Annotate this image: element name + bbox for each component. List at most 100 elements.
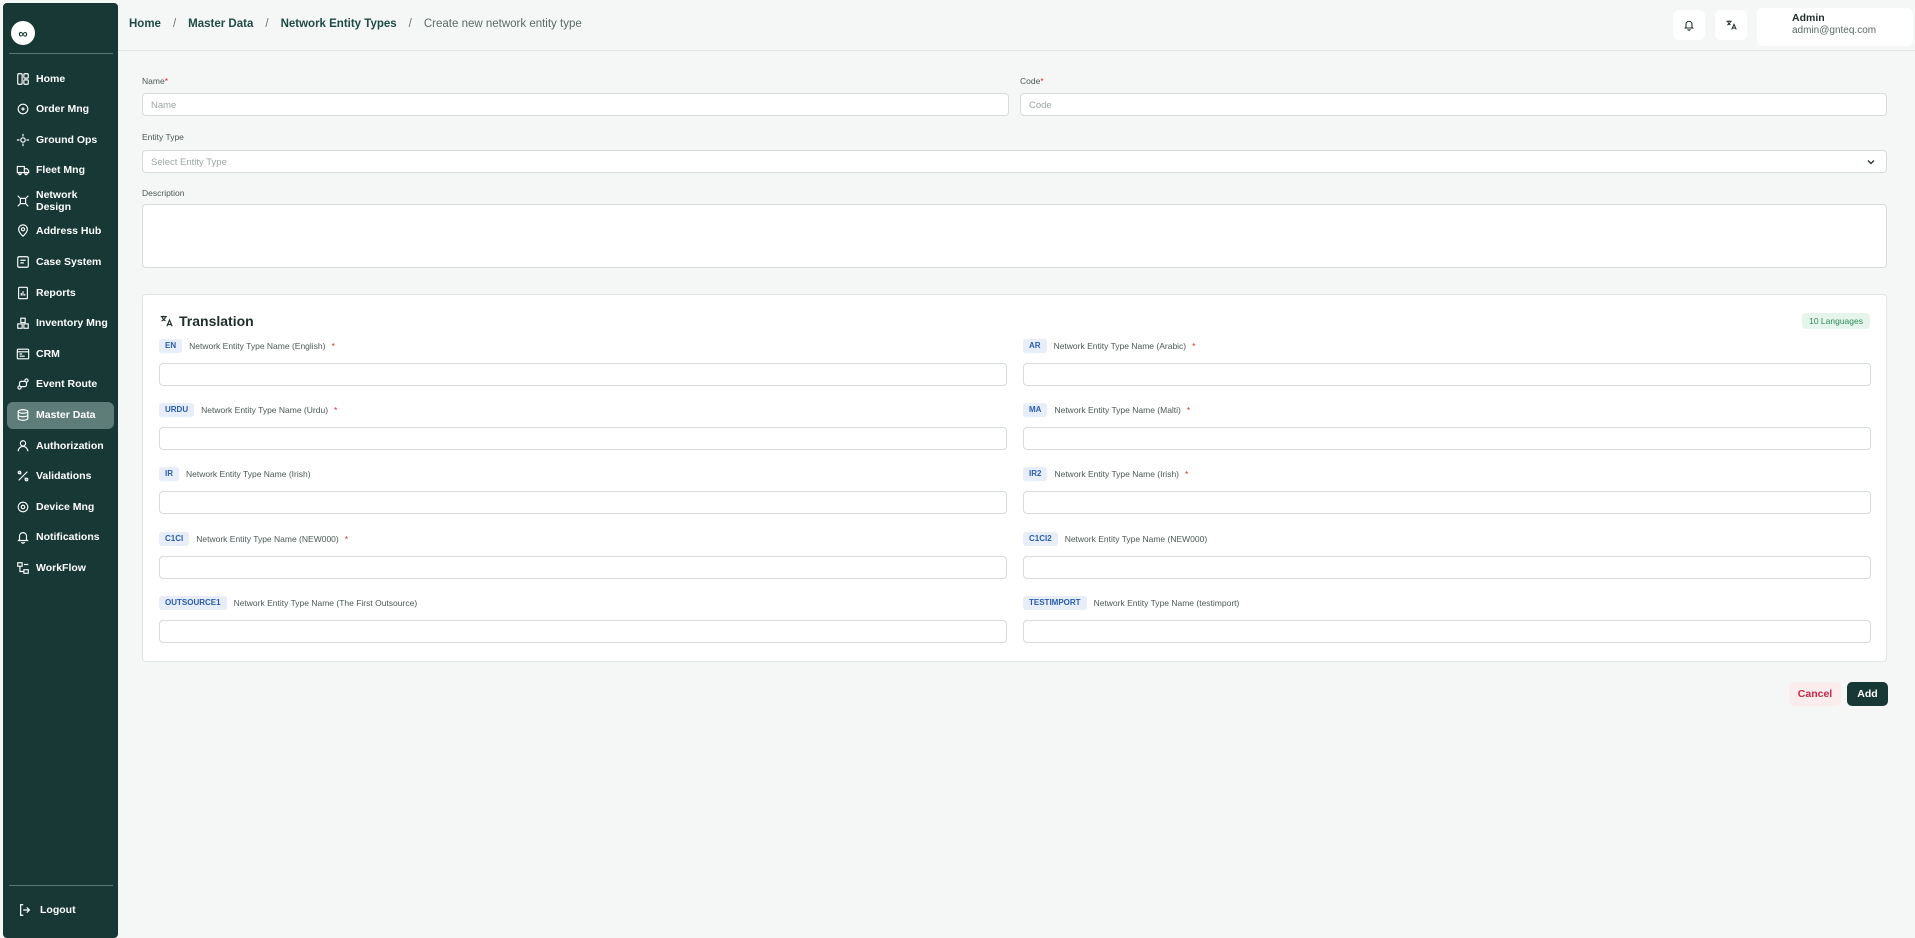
translation-field-ir2: IR2 Network Entity Type Name (Irish) * — [1023, 467, 1871, 515]
translation-field-text: Network Entity Type Name (Urdu) — [201, 405, 329, 416]
required-mark: * — [1185, 469, 1189, 480]
translation-input-c1ci[interactable] — [159, 555, 1007, 579]
name-label: Name* — [142, 76, 168, 86]
language-code-badge: TESTIMPORT — [1023, 595, 1087, 610]
sidebar-item-label: Home — [36, 72, 66, 85]
validation-icon — [17, 470, 29, 482]
translation-field-label: C1CI2 Network Entity Type Name (NEW000) — [1023, 531, 1871, 546]
translation-field-text: Network Entity Type Name (Irish) — [186, 469, 311, 480]
ground-ops-icon — [16, 133, 30, 146]
language-code-badge: IR2 — [1023, 467, 1048, 482]
sidebar-item-order-mng[interactable]: Order Mng — [7, 96, 114, 123]
breadcrumb-network-entity-types[interactable]: Network Entity Types — [281, 18, 397, 30]
language-code-badge: URDU — [159, 403, 195, 418]
translation-input-ar[interactable] — [1023, 363, 1871, 386]
description-textarea[interactable] — [142, 204, 1887, 268]
sidebar-item-inventory-mng[interactable]: Inventory Mng — [7, 310, 114, 337]
translation-field-ma: MA Network Entity Type Name (Malti) * — [1023, 403, 1871, 451]
required-mark: * — [344, 533, 349, 544]
translation-field-text: Network Entity Type Name (NEW000) — [1064, 533, 1208, 544]
sidebar-item-home[interactable]: Home — [7, 65, 114, 92]
logout-icon — [20, 903, 31, 916]
sidebar-item-validations[interactable]: Validations — [7, 463, 114, 490]
translation-input-c1ci2[interactable] — [1023, 555, 1871, 579]
translation-field-text: Network Entity Type Name (NEW000) — [196, 533, 339, 544]
sidebar-item-notifications[interactable]: Notifications — [7, 524, 114, 551]
code-input[interactable]: Code — [1020, 93, 1887, 116]
breadcrumb-master-data[interactable]: Master Data — [188, 18, 253, 30]
language-code-badge: EN — [159, 339, 183, 353]
database-icon — [17, 409, 29, 421]
sidebar-item-crm[interactable]: CRM — [7, 340, 114, 367]
sidebar-item-case-system[interactable]: Case System — [7, 249, 114, 276]
cancel-button[interactable]: Cancel — [1789, 682, 1841, 706]
sidebar-item-label: Network Design — [36, 188, 78, 213]
sidebar-item-fleet-mng[interactable]: Fleet Mng — [7, 157, 114, 184]
case-icon — [17, 256, 29, 268]
sidebar-item-workflow[interactable]: WorkFlow — [7, 555, 114, 582]
translation-field-text: Network Entity Type Name (Malti) — [1054, 405, 1181, 416]
sidebar-item-label: Fleet Mng — [36, 164, 85, 177]
entity-type-label: Entity Type — [142, 132, 184, 142]
sidebar-item-address-hub[interactable]: Address Hub — [7, 218, 114, 245]
app-logo[interactable]: ∞ — [11, 21, 35, 45]
bell-icon — [1683, 20, 1695, 31]
sidebar-item-authorization[interactable]: Authorization — [7, 432, 114, 459]
description-label: Description — [142, 188, 185, 198]
language-code-badge: C1CI — [159, 531, 190, 546]
translation-input-ma[interactable] — [1023, 427, 1871, 451]
orders-icon — [17, 103, 29, 115]
translation-input-ir2[interactable] — [1023, 491, 1871, 515]
translation-field-label: TESTIMPORT Network Entity Type Name (test… — [1023, 595, 1871, 610]
language-button[interactable] — [1715, 10, 1747, 40]
sidebar-item-ground-ops[interactable]: Ground Ops — [7, 126, 114, 153]
breadcrumb-current: Create new network entity type — [423, 18, 582, 30]
translation-field-text: Network Entity Type Name (Arabic) — [1053, 341, 1187, 351]
language-code-badge: C1CI2 — [1023, 531, 1058, 546]
breadcrumb-separator: / — [265, 18, 269, 30]
sidebar-item-event-route[interactable]: Event Route — [7, 371, 114, 398]
sidebar-divider — [9, 885, 113, 886]
translation-input-en[interactable] — [159, 363, 1007, 386]
translation-title: Translation — [159, 313, 254, 329]
add-button[interactable]: Add — [1847, 682, 1888, 706]
sidebar-item-network-design[interactable]: Network Design — [7, 187, 114, 214]
name-input[interactable]: Name — [142, 93, 1009, 116]
translation-field-testimport: TESTIMPORT Network Entity Type Name (test… — [1023, 595, 1871, 643]
translation-field-text: Network Entity Type Name (testimport) — [1093, 597, 1240, 608]
breadcrumb-home[interactable]: Home — [129, 18, 161, 30]
required-mark: * — [331, 341, 335, 351]
language-code-badge: AR — [1023, 339, 1047, 353]
breadcrumb-separator: / — [172, 18, 177, 30]
route-icon — [17, 378, 29, 391]
sidebar-item-label: Device Mng — [36, 500, 95, 513]
translation-field-urdu: URDU Network Entity Type Name (Urdu) * — [159, 403, 1007, 451]
translation-input-ir[interactable] — [159, 491, 1007, 515]
logout-button[interactable]: Logout — [7, 896, 114, 923]
translation-input-outsource1[interactable] — [159, 619, 1007, 643]
sidebar-item-label: Address Hub — [36, 225, 102, 238]
language-code-badge: MA — [1023, 403, 1048, 418]
location-icon — [18, 224, 28, 238]
bell-icon — [17, 532, 29, 545]
translation-field-ar: AR Network Entity Type Name (Arabic) * — [1023, 339, 1871, 386]
sidebar: ∞ Home Order Mng Ground Ops Fleet Mng Networ… — [3, 3, 118, 938]
user-icon — [17, 439, 29, 451]
translation-field-label: IR Network Entity Type Name (Irish) — [159, 467, 1007, 482]
languages-badge: 10 Languages — [1802, 313, 1870, 329]
notifications-button[interactable] — [1673, 10, 1705, 40]
code-label: Code* — [1020, 76, 1044, 86]
logout-label: Logout — [40, 903, 76, 916]
sidebar-item-device-mng[interactable]: Device Mng — [7, 493, 114, 520]
user-email: admin@gnteq.com — [1792, 25, 1877, 36]
sidebar-item-reports[interactable]: Reports — [7, 279, 114, 306]
translation-field-text: Network Entity Type Name (The First Outs… — [233, 597, 418, 608]
translation-input-urdu[interactable] — [159, 427, 1007, 451]
translation-input-testimport[interactable] — [1023, 619, 1871, 643]
user-name: Admin — [1792, 12, 1825, 24]
entity-type-select[interactable]: Select Entity Type — [142, 150, 1887, 173]
sidebar-item-label: Master Data — [36, 409, 96, 422]
sidebar-item-master-data[interactable]: Master Data — [7, 401, 114, 429]
user-menu[interactable]: Admin admin@gnteq.com — [1757, 8, 1913, 46]
breadcrumb: Home / Master Data / Network Entity Type… — [129, 18, 582, 30]
